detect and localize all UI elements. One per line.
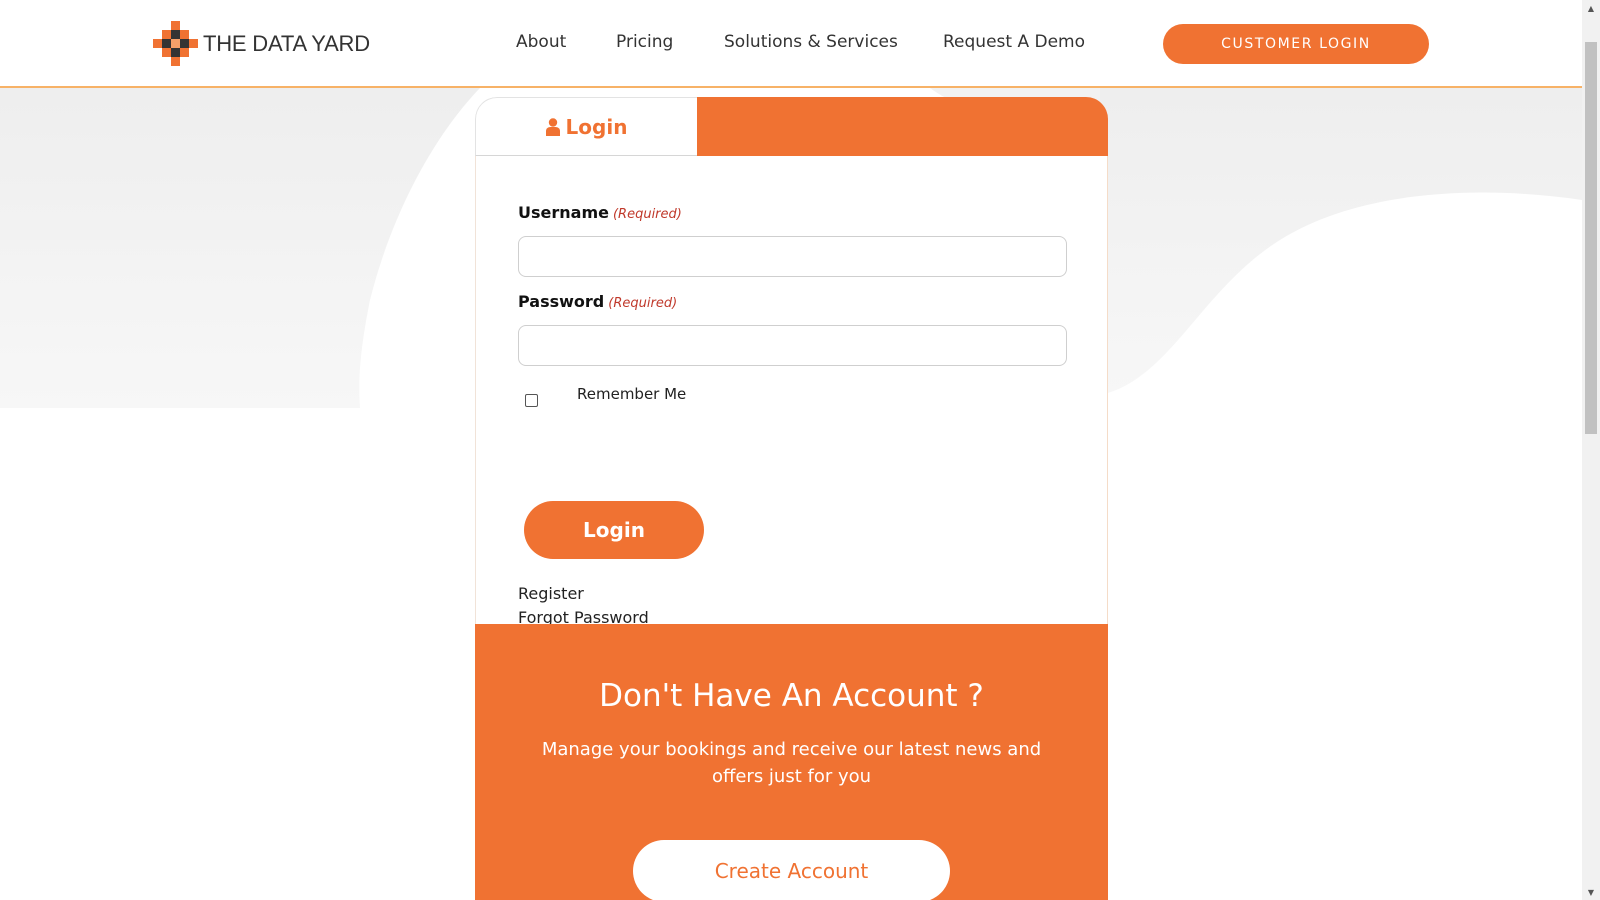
login-card: Login Username (Required) Password (Requir… bbox=[475, 97, 1108, 900]
nav-item-solutions-services[interactable]: Solutions & Services bbox=[724, 32, 898, 52]
tab-login-label: Login bbox=[565, 114, 628, 139]
site-header: THE DATA YARD About Pricing Solutions & … bbox=[0, 0, 1582, 88]
logo-mark-icon bbox=[153, 21, 199, 67]
scroll-down-arrow-icon[interactable]: ▼ bbox=[1582, 884, 1600, 900]
nav-item-pricing[interactable]: Pricing bbox=[616, 32, 673, 52]
nav-item-request-demo[interactable]: Request A Demo bbox=[943, 32, 1085, 52]
login-submit-button[interactable]: Login bbox=[524, 501, 704, 559]
remember-me-checkbox[interactable] bbox=[525, 394, 538, 407]
card-tabs: Login bbox=[475, 97, 1108, 156]
scroll-up-arrow-icon[interactable]: ▲ bbox=[1582, 0, 1600, 16]
signup-title: Don't Have An Account ? bbox=[599, 678, 984, 714]
password-label-text: Password bbox=[518, 292, 605, 311]
tab-register[interactable] bbox=[697, 97, 1108, 156]
password-input[interactable] bbox=[518, 325, 1067, 366]
page-scrollbar[interactable]: ▲ ▼ bbox=[1582, 0, 1600, 900]
username-label-text: Username bbox=[518, 203, 609, 222]
login-form: Username (Required) Password (Required) Re… bbox=[475, 156, 1108, 627]
brand-logo[interactable]: THE DATA YARD bbox=[153, 21, 370, 67]
password-label: Password (Required) bbox=[518, 292, 677, 311]
nav-item-about[interactable]: About bbox=[516, 32, 566, 52]
create-account-button[interactable]: Create Account bbox=[633, 840, 950, 900]
username-input[interactable] bbox=[518, 236, 1067, 277]
password-required-note: (Required) bbox=[608, 296, 678, 311]
customer-login-button[interactable]: CUSTOMER LOGIN bbox=[1163, 24, 1429, 64]
scrollbar-thumb[interactable] bbox=[1585, 42, 1597, 434]
username-required-note: (Required) bbox=[612, 207, 682, 222]
register-link[interactable]: Register bbox=[518, 584, 584, 603]
user-icon bbox=[545, 117, 560, 136]
signup-promo: Don't Have An Account ? Manage your book… bbox=[475, 624, 1108, 900]
tab-login[interactable]: Login bbox=[475, 97, 697, 156]
brand-name: THE DATA YARD bbox=[203, 31, 370, 56]
remember-me-label[interactable]: Remember Me bbox=[577, 385, 686, 403]
username-label: Username (Required) bbox=[518, 203, 682, 222]
signup-description: Manage your bookings and receive our lat… bbox=[541, 739, 1042, 787]
